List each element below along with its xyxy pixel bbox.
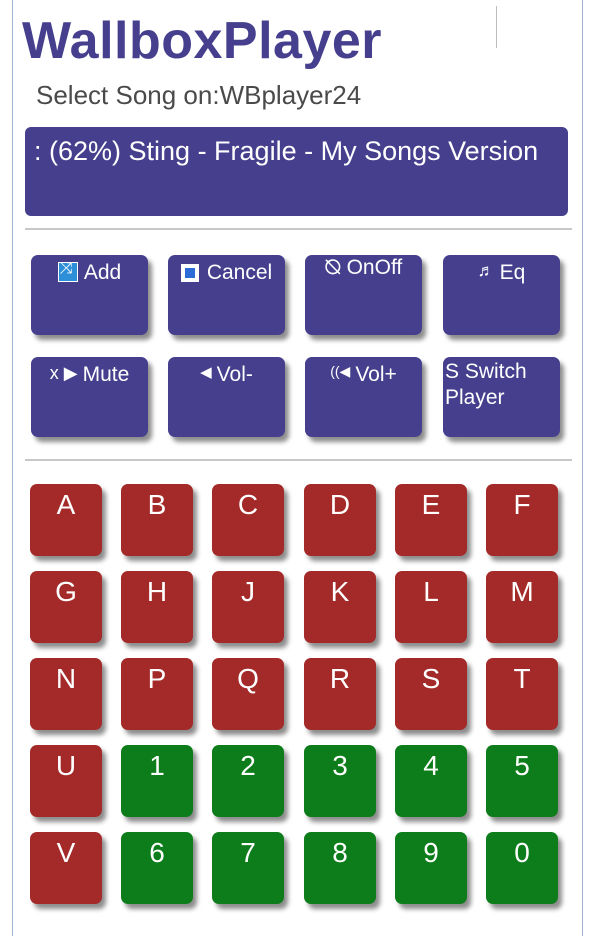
key-6[interactable]: 6 (121, 832, 193, 904)
eq-button[interactable]: ♬ Eq (443, 255, 560, 335)
onoff-button[interactable]: ⦰ OnOff (305, 255, 422, 335)
mute-icon: x ▶ (49, 363, 78, 383)
key-m[interactable]: M (486, 571, 558, 643)
key-3[interactable]: 3 (304, 745, 376, 817)
app-title: WallboxPlayer (22, 12, 383, 70)
key-b[interactable]: B (121, 484, 193, 556)
shuffle-icon: ⤨ (57, 260, 78, 282)
key-f[interactable]: F (486, 484, 558, 556)
key-j[interactable]: J (212, 571, 284, 643)
key-l[interactable]: L (395, 571, 467, 643)
volume-up-label: Vol+ (355, 363, 397, 386)
eq-button-label: Eq (499, 261, 526, 284)
key-n[interactable]: N (30, 658, 102, 730)
key-2[interactable]: 2 (212, 745, 284, 817)
key-g[interactable]: G (30, 571, 102, 643)
switch-player-label: S Switch Player (445, 360, 527, 409)
music-note-icon: ♬ (477, 261, 495, 280)
mute-button[interactable]: x ▶ Mute (31, 357, 148, 437)
volume-down-button[interactable]: ◀ Vol- (168, 357, 285, 437)
key-v[interactable]: V (30, 832, 102, 904)
add-button-label: Add (83, 261, 122, 284)
key-9[interactable]: 9 (395, 832, 467, 904)
mute-button-label: Mute (82, 363, 130, 386)
power-icon: ⦰ (324, 256, 342, 279)
cancel-button[interactable]: Cancel (168, 255, 285, 335)
speaker-low-icon: ◀ (200, 364, 212, 381)
divider (496, 6, 497, 48)
divider (25, 459, 572, 461)
speaker-high-icon: ((◀ (330, 363, 351, 379)
volume-down-label: Vol- (216, 363, 253, 386)
switch-player-button[interactable]: S Switch Player (443, 357, 560, 437)
key-4[interactable]: 4 (395, 745, 467, 817)
divider (25, 228, 572, 230)
key-0[interactable]: 0 (486, 832, 558, 904)
now-playing-text: : (62%) Sting - Fragile - My Songs Versi… (34, 136, 539, 166)
add-button[interactable]: ⤨ Add (31, 255, 148, 335)
key-p[interactable]: P (121, 658, 193, 730)
page-subtitle: Select Song on:WBplayer24 (36, 80, 362, 110)
key-e[interactable]: E (395, 484, 467, 556)
key-a[interactable]: A (30, 484, 102, 556)
key-t[interactable]: T (486, 658, 558, 730)
stop-icon (180, 264, 199, 282)
key-u[interactable]: U (30, 745, 102, 817)
key-s[interactable]: S (395, 658, 467, 730)
key-h[interactable]: H (121, 571, 193, 643)
key-c[interactable]: C (212, 484, 284, 556)
key-q[interactable]: Q (212, 658, 284, 730)
key-7[interactable]: 7 (212, 832, 284, 904)
key-5[interactable]: 5 (486, 745, 558, 817)
key-k[interactable]: K (304, 571, 376, 643)
now-playing-banner: : (62%) Sting - Fragile - My Songs Versi… (25, 127, 568, 216)
cancel-button-label: Cancel (206, 261, 273, 284)
key-d[interactable]: D (304, 484, 376, 556)
key-8[interactable]: 8 (304, 832, 376, 904)
volume-up-button[interactable]: ((◀ Vol+ (305, 357, 422, 437)
onoff-button-label: OnOff (346, 256, 403, 279)
key-r[interactable]: R (304, 658, 376, 730)
key-1[interactable]: 1 (121, 745, 193, 817)
